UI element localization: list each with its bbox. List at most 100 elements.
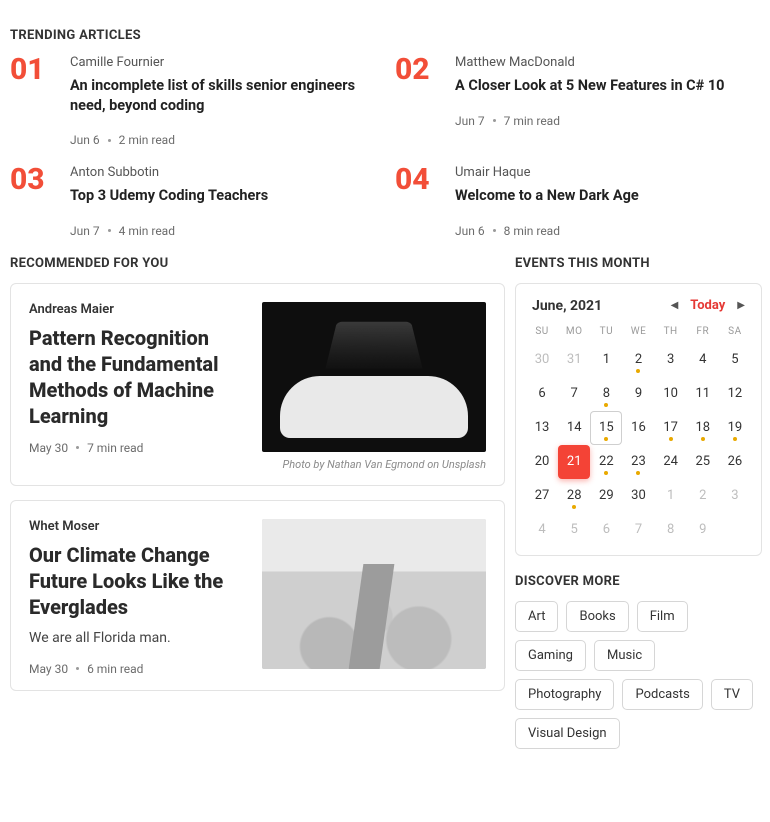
calendar-day[interactable]: 18 [687, 411, 719, 445]
trending-readtime: 7 min read [504, 114, 560, 128]
calendar-dow: SA [719, 326, 751, 337]
calendar-day[interactable]: 13 [526, 411, 558, 445]
calendar-day[interactable]: 12 [719, 377, 751, 411]
calendar-day[interactable]: 15 [590, 411, 622, 445]
calendar-day[interactable]: 29 [590, 479, 622, 513]
photo-caption: Photo by Nathan Van Egmond on Unsplash [262, 458, 486, 471]
trending-meta: Jun 68 min read [455, 224, 639, 238]
calendar-day[interactable]: 4 [687, 343, 719, 377]
calendar-prev-icon[interactable]: ◀ [671, 300, 679, 311]
section-recommended-title: RECOMMENDED FOR YOU [10, 256, 505, 271]
recommended-author[interactable]: Whet Moser [29, 519, 244, 534]
trending-date: Jun 7 [70, 224, 100, 238]
recommended-author[interactable]: Andreas Maier [29, 302, 244, 317]
trending-item[interactable]: 03 Anton Subbotin Top 3 Udemy Coding Teach… [10, 165, 375, 238]
calendar-day[interactable]: 1 [590, 343, 622, 377]
calendar-day[interactable]: 30 [622, 479, 654, 513]
dot-separator-icon [76, 446, 79, 449]
calendar-day[interactable]: 5 [719, 343, 751, 377]
trending-author[interactable]: Umair Haque [455, 165, 639, 180]
calendar-day[interactable]: 8 [590, 377, 622, 411]
recommended-date: May 30 [29, 662, 68, 676]
trending-item[interactable]: 02Matthew MacDonaldA Closer Look at 5 Ne… [395, 55, 760, 147]
discover-chip[interactable]: Art [515, 601, 558, 632]
calendar-day[interactable]: 22 [590, 445, 622, 479]
trending-grid: 01 Camille Fournier An incomplete list of … [10, 55, 760, 238]
calendar-day[interactable]: 23 [622, 445, 654, 479]
dot-separator-icon [108, 229, 111, 232]
section-events-title: EVENTS THIS MONTH [515, 256, 762, 271]
trending-title[interactable]: Welcome to a New Dark Age [455, 186, 639, 206]
trending-meta: Jun 7 7 min read [455, 114, 725, 128]
calendar-day[interactable]: 20 [526, 445, 558, 479]
calendar-day[interactable]: 26 [719, 445, 751, 479]
calendar-day[interactable]: 24 [655, 445, 687, 479]
discover-chip[interactable]: Visual Design [515, 718, 620, 749]
trending-rank: 03 [10, 165, 56, 238]
trending-author[interactable]: Anton Subbotin [70, 165, 268, 180]
calendar-day[interactable]: 7 [558, 377, 590, 411]
trending-title[interactable]: An incomplete list of skills senior engi… [70, 76, 375, 115]
discover-chip[interactable]: Music [594, 640, 655, 671]
calendar-day: 31 [558, 343, 590, 377]
calendar-day[interactable]: 16 [622, 411, 654, 445]
calendar-month-title: June, 2021 [532, 298, 602, 314]
trending-author[interactable]: Camille Fournier [70, 55, 375, 70]
trending-rank: 01 [10, 55, 56, 147]
calendar-day[interactable]: 6 [526, 377, 558, 411]
trending-item[interactable]: 01 Camille Fournier An incomplete list of … [10, 55, 375, 147]
calendar-day[interactable]: 25 [687, 445, 719, 479]
recommended-title[interactable]: Pattern Recognition and the Fundamental … [29, 325, 244, 429]
calendar-dow: TU [590, 326, 622, 337]
calendar-dow: WE [622, 326, 654, 337]
trending-title[interactable]: Top 3 Udemy Coding Teachers [70, 186, 268, 206]
calendar-day: 4 [526, 513, 558, 547]
calendar-day[interactable]: 14 [558, 411, 590, 445]
calendar-day[interactable]: 3 [655, 343, 687, 377]
recommended-readtime: 7 min read [87, 441, 143, 455]
trending-item[interactable]: 04Umair HaqueWelcome to a New Dark AgeJu… [395, 165, 760, 238]
discover-chip[interactable]: Gaming [515, 640, 586, 671]
discover-chip[interactable]: TV [711, 679, 753, 710]
recommended-title[interactable]: Our Climate Change Future Looks Like the… [29, 542, 244, 620]
calendar-day: 6 [590, 513, 622, 547]
calendar-day[interactable]: 2 [622, 343, 654, 377]
calendar-day: 8 [655, 513, 687, 547]
calendar-day[interactable]: 21 [558, 445, 590, 479]
calendar-day[interactable]: 10 [655, 377, 687, 411]
trending-meta: Jun 7 4 min read [70, 224, 268, 238]
calendar-dow: SU [526, 326, 558, 337]
discover-chip[interactable]: Film [637, 601, 688, 632]
calendar-day[interactable]: 28 [558, 479, 590, 513]
discover-chip[interactable]: Photography [515, 679, 614, 710]
trending-meta: Jun 62 min read [70, 133, 375, 147]
calendar-today-button[interactable]: Today [690, 298, 725, 313]
recommended-readtime: 6 min read [87, 662, 143, 676]
recommended-card[interactable]: Whet Moser Our Climate Change Future Look… [10, 500, 505, 691]
discover-chip[interactable]: Books [566, 601, 628, 632]
calendar-day[interactable]: 9 [622, 377, 654, 411]
recommended-meta: May 30 6 min read [29, 662, 244, 676]
recommended-thumbnail [262, 302, 486, 452]
calendar-day[interactable]: 11 [687, 377, 719, 411]
trending-title[interactable]: A Closer Look at 5 New Features in C# 10 [455, 76, 725, 96]
dot-separator-icon [108, 139, 111, 142]
recommended-snippet: We are all Florida man. [29, 630, 244, 646]
dot-separator-icon [493, 229, 496, 232]
calendar-day: 7 [622, 513, 654, 547]
calendar-dow: TH [655, 326, 687, 337]
recommended-card[interactable]: Andreas Maier Pattern Recognition and the… [10, 283, 505, 486]
trending-readtime: 4 min read [119, 224, 175, 238]
calendar-day: 5 [558, 513, 590, 547]
recommended-meta: May 307 min read [29, 441, 244, 455]
trending-date: Jun 7 [455, 114, 485, 128]
trending-author[interactable]: Matthew MacDonald [455, 55, 725, 70]
calendar-day[interactable]: 17 [655, 411, 687, 445]
trending-readtime: 2 min read [119, 133, 175, 147]
calendar-day[interactable]: 27 [526, 479, 558, 513]
discover-chip[interactable]: Podcasts [622, 679, 702, 710]
calendar-next-icon[interactable]: ▶ [737, 300, 745, 311]
calendar-day: 30 [526, 343, 558, 377]
calendar-day: 3 [719, 479, 751, 513]
calendar-day[interactable]: 19 [719, 411, 751, 445]
